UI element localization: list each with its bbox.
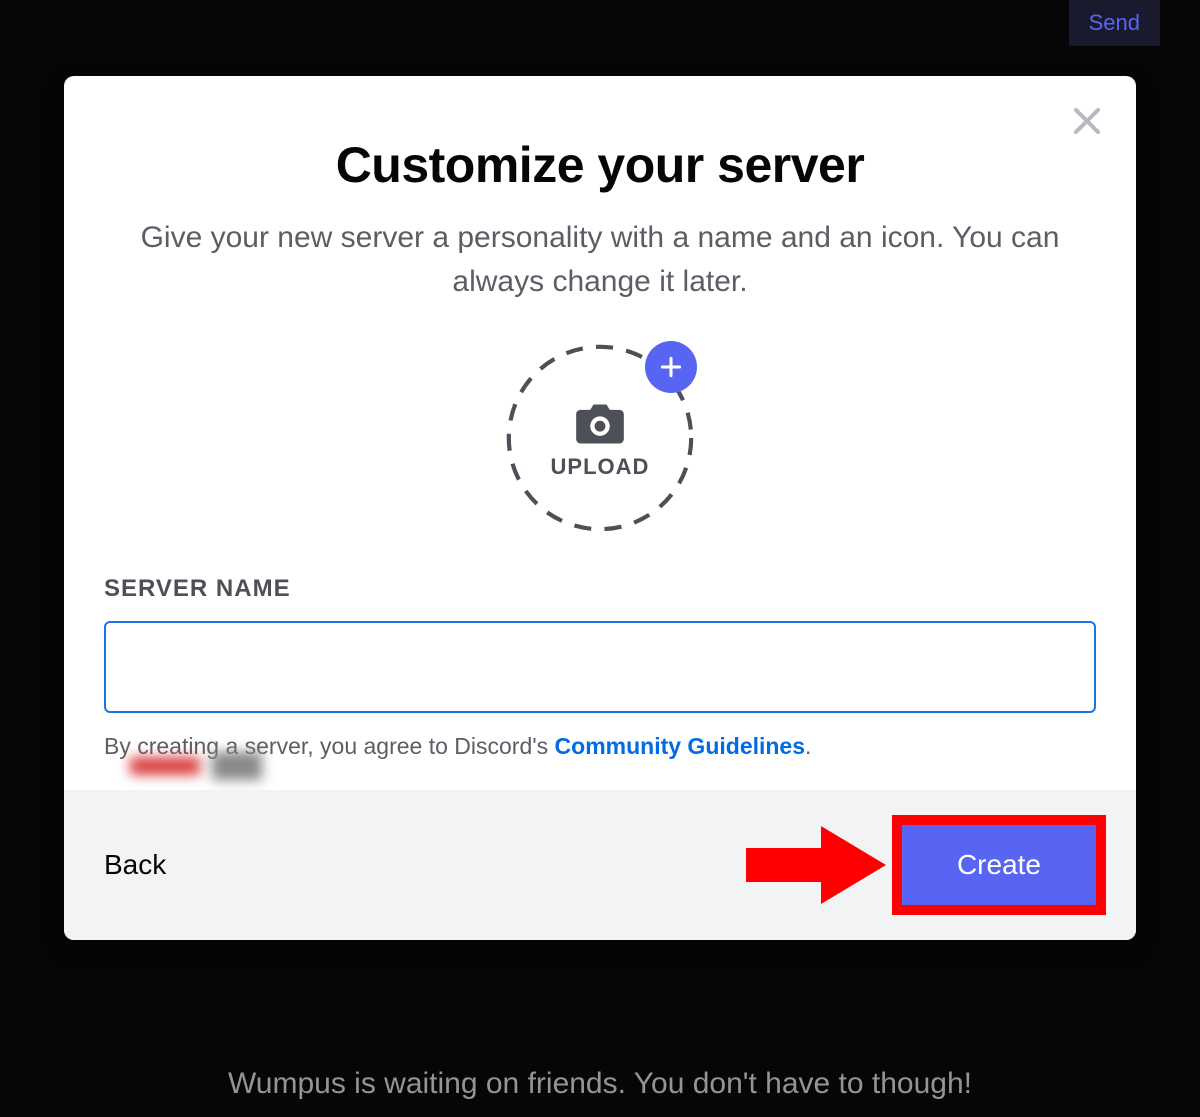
modal-title: Customize your server bbox=[104, 136, 1096, 194]
server-name-label: SERVER NAME bbox=[104, 575, 1096, 603]
upload-server-icon-button[interactable]: UPLOAD bbox=[505, 343, 695, 533]
customize-server-modal: Customize your server Give your new serv… bbox=[64, 76, 1136, 940]
close-button[interactable] bbox=[1068, 102, 1106, 145]
close-icon bbox=[1068, 102, 1106, 140]
modal-subtitle: Give your new server a personality with … bbox=[104, 216, 1096, 303]
create-button-wrapper: Create bbox=[902, 825, 1096, 905]
server-name-input[interactable] bbox=[104, 621, 1096, 713]
agreement-suffix: . bbox=[805, 733, 811, 759]
background-wumpus-text: Wumpus is waiting on friends. You don't … bbox=[0, 1067, 1200, 1101]
create-button[interactable]: Create bbox=[902, 825, 1096, 905]
background-send-button: Send bbox=[1069, 0, 1160, 46]
plus-icon bbox=[658, 354, 684, 380]
modal-body: Customize your server Give your new serv… bbox=[64, 76, 1136, 790]
agreement-text: By creating a server, you agree to Disco… bbox=[104, 733, 1096, 760]
community-guidelines-link[interactable]: Community Guidelines bbox=[555, 733, 805, 759]
back-button[interactable]: Back bbox=[104, 849, 166, 881]
modal-footer: Back Create bbox=[64, 790, 1136, 940]
plus-badge bbox=[645, 341, 697, 393]
agreement-prefix: By creating a server, you agree to Disco… bbox=[104, 733, 555, 759]
upload-wrapper: UPLOAD bbox=[104, 343, 1096, 533]
arrow-annotation-icon bbox=[746, 820, 886, 910]
